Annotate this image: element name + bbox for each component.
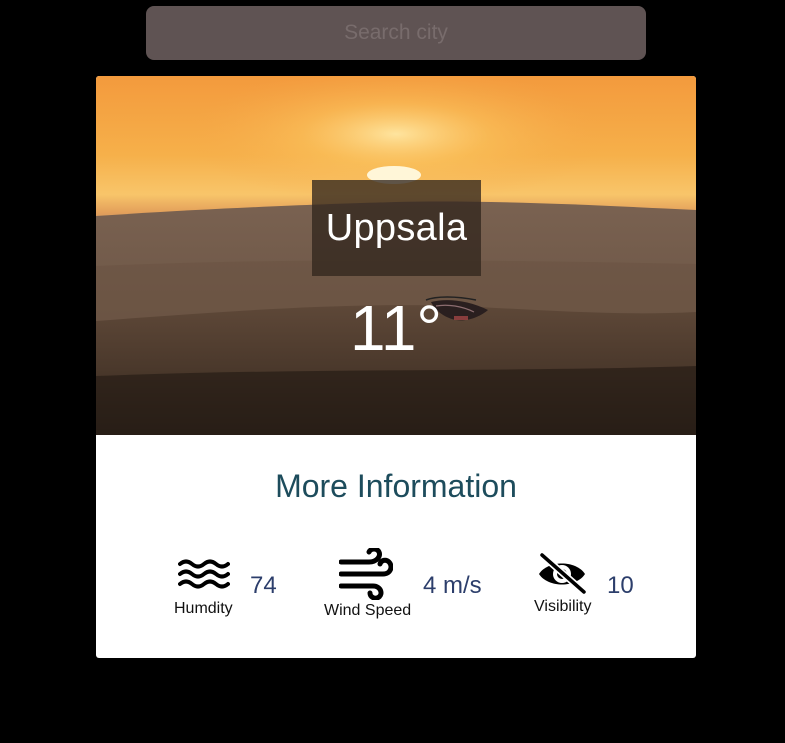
visibility-label: Visibility <box>534 598 592 615</box>
weather-card: Uppsala 11° More Information Humdity 74 … <box>96 76 696 658</box>
wind-speed-stat: Wind Speed 4 m/s <box>323 546 503 626</box>
visibility-value: 10 <box>607 572 634 599</box>
weather-app: Uppsala 11° More Information Humdity 74 … <box>0 0 785 743</box>
temperature: 11° <box>349 292 443 364</box>
search-input[interactable] <box>146 6 646 60</box>
more-information-title: More Information <box>275 468 517 504</box>
wind-speed-label: Wind Speed <box>324 602 412 619</box>
weather-hero: Uppsala 11° <box>96 76 696 435</box>
humidity-value: 74 <box>250 572 277 599</box>
humidity-stat: Humdity 74 <box>174 546 294 626</box>
visibility-stat: Visibility 10 <box>534 546 644 626</box>
city-name-box: Uppsala <box>312 180 481 276</box>
humidity-label: Humdity <box>174 600 233 617</box>
eye-slash-icon <box>538 552 588 596</box>
wind-icon <box>339 548 393 600</box>
city-name: Uppsala <box>325 206 468 249</box>
search-bar <box>146 6 646 60</box>
wind-speed-value: 4 m/s <box>423 572 482 599</box>
waves-icon <box>178 559 230 589</box>
